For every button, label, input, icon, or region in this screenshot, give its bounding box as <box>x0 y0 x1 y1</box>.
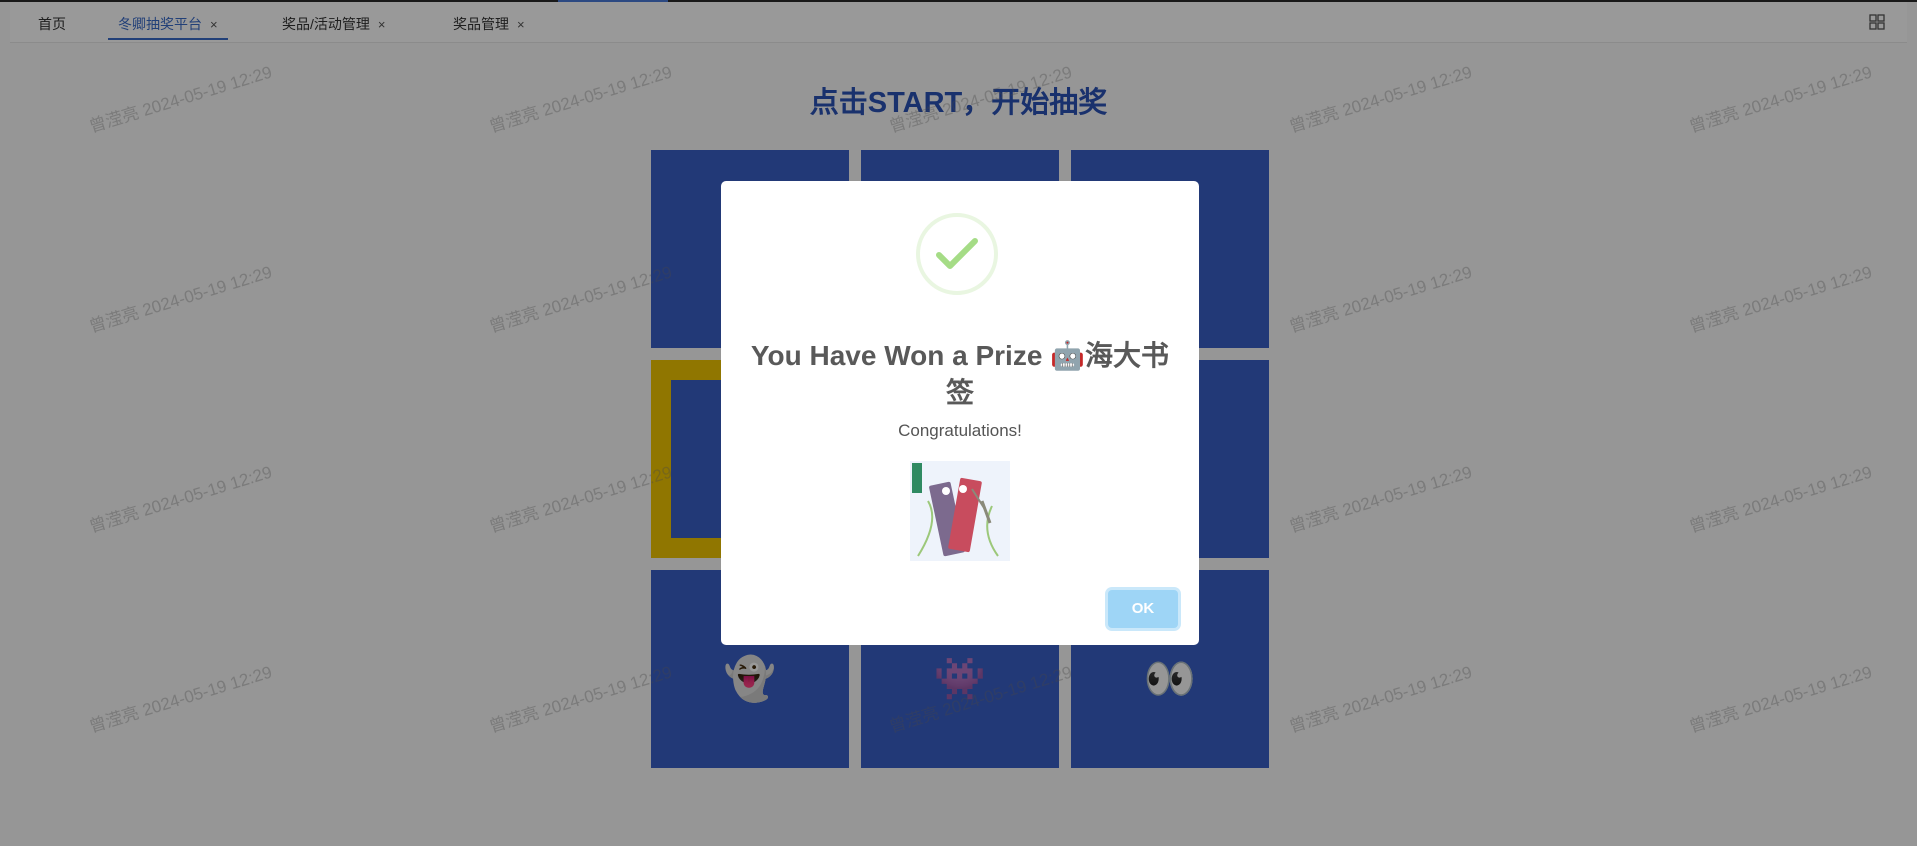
success-check-icon <box>916 213 998 295</box>
bookmark-prize-image <box>910 461 1010 561</box>
ok-button[interactable]: OK <box>1108 590 1178 628</box>
modal-title: You Have Won a Prize 🤖海大书签 <box>750 340 1170 408</box>
prize-modal: You Have Won a Prize 🤖海大书签 Congratulatio… <box>721 181 1199 645</box>
modal-text: Congratulations! <box>898 421 1022 440</box>
